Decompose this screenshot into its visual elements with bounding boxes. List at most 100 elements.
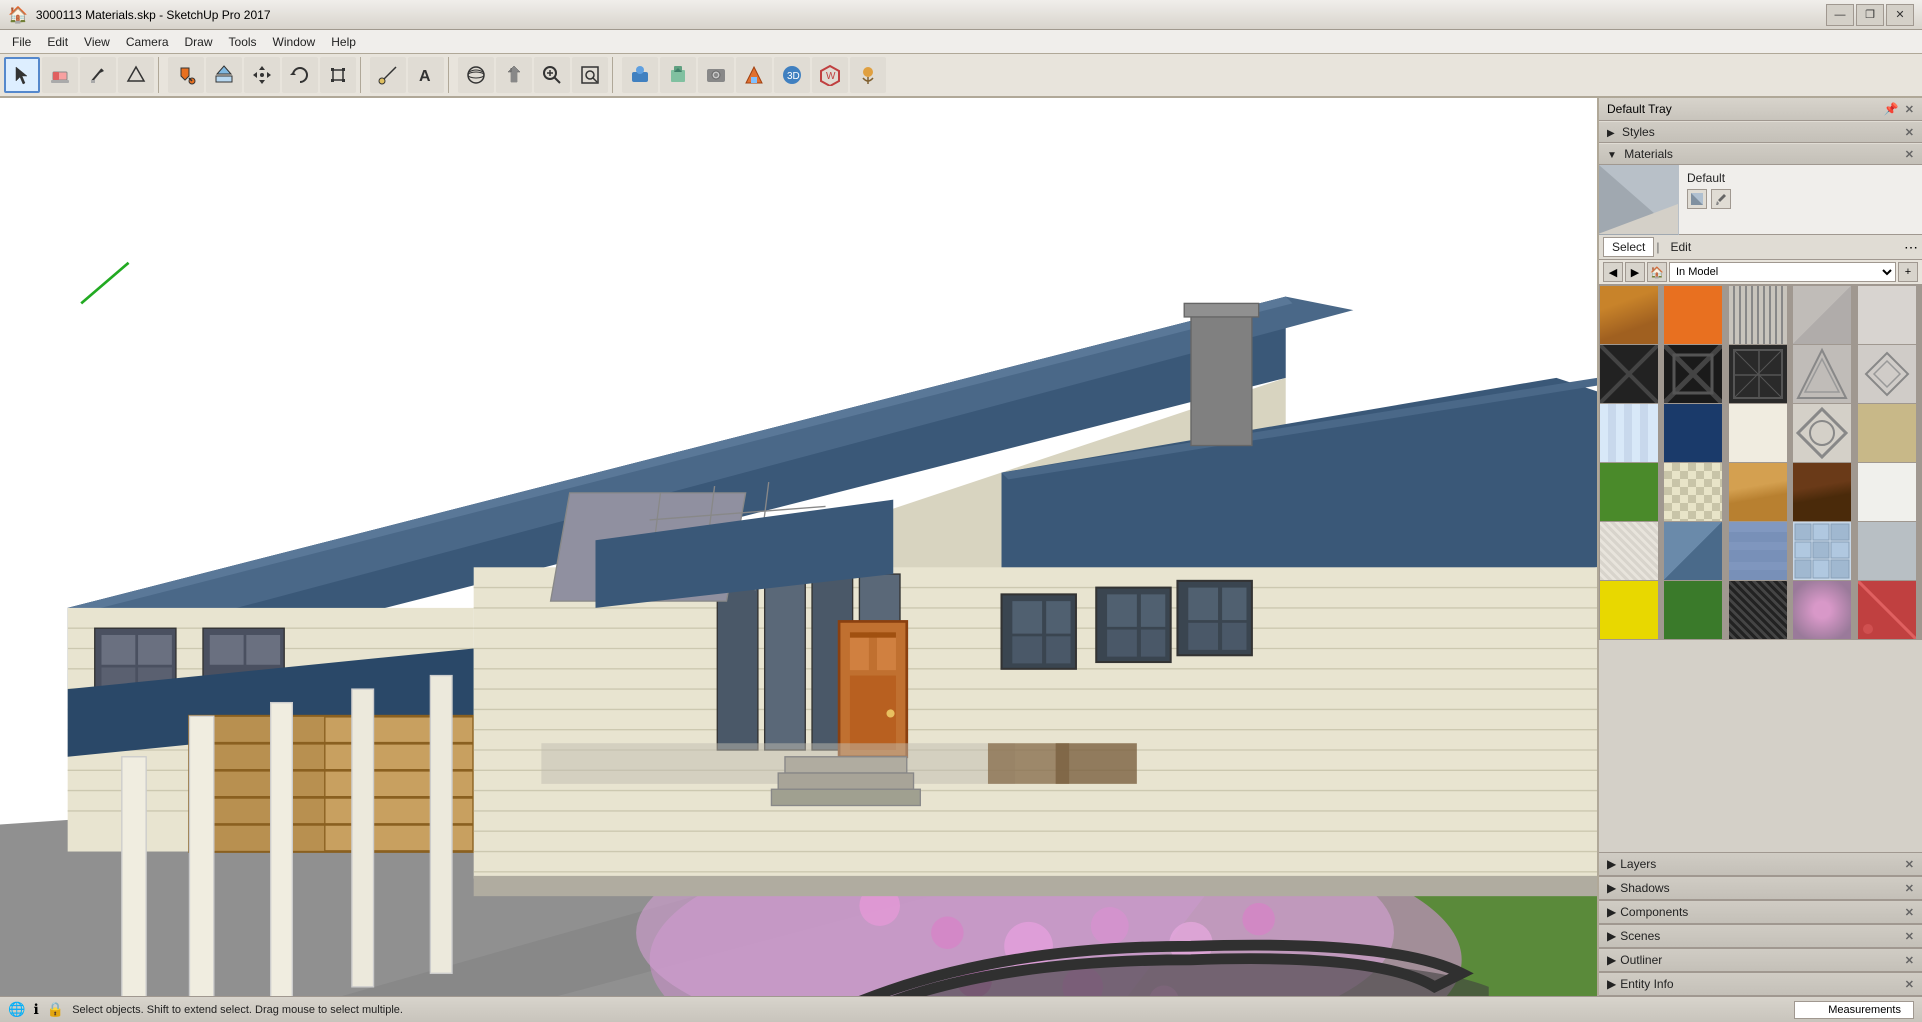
styles-close-icon[interactable]: ✕ (1905, 126, 1914, 139)
maximize-button[interactable]: ❐ (1856, 4, 1884, 26)
material-cell[interactable] (1664, 345, 1722, 403)
minimize-button[interactable]: — (1826, 4, 1854, 26)
menu-window[interactable]: Window (265, 33, 324, 51)
shadows-close-icon[interactable]: ✕ (1905, 882, 1914, 895)
outliner-arrow-icon: ▶ (1607, 953, 1616, 967)
menu-draw[interactable]: Draw (177, 33, 221, 51)
pushpull-tool[interactable] (206, 57, 242, 93)
layers-close-icon[interactable]: ✕ (1905, 858, 1914, 871)
outliner-section-header[interactable]: ▶ Outliner ✕ (1599, 948, 1922, 972)
shadows-section-header[interactable]: ▶ Shadows ✕ (1599, 876, 1922, 900)
material-cell[interactable] (1793, 522, 1851, 580)
select-tool[interactable] (4, 57, 40, 93)
material-cell[interactable] (1600, 522, 1658, 580)
eraser-tool[interactable] (42, 57, 78, 93)
components-close-icon[interactable]: ✕ (1905, 906, 1914, 919)
paint-tool[interactable] (168, 57, 204, 93)
material-cell[interactable] (1793, 404, 1851, 462)
menu-view[interactable]: View (76, 33, 118, 51)
scenes-close-icon[interactable]: ✕ (1905, 930, 1914, 943)
viewport[interactable] (0, 98, 1597, 996)
material-cell[interactable] (1793, 463, 1851, 521)
close-button[interactable]: ✕ (1886, 4, 1914, 26)
material-cell[interactable] (1793, 581, 1851, 639)
material-cell[interactable] (1729, 345, 1787, 403)
tray-pin-icon[interactable]: 📌 (1884, 102, 1899, 116)
mat-new-button[interactable]: + (1898, 262, 1918, 282)
entity-info-close-icon[interactable]: ✕ (1905, 978, 1914, 991)
tray-close-icon[interactable]: ✕ (1905, 103, 1914, 116)
outliner-close-icon[interactable]: ✕ (1905, 954, 1914, 967)
mat-forward-button[interactable]: ▶ (1625, 262, 1645, 282)
scenes-arrow-icon: ▶ (1607, 929, 1616, 943)
material-cell[interactable] (1600, 463, 1658, 521)
layers-section-header[interactable]: ▶ Layers ✕ (1599, 852, 1922, 876)
layers-label: Layers (1620, 857, 1656, 871)
components-section-header[interactable]: ▶ Components ✕ (1599, 900, 1922, 924)
tab-edit[interactable]: Edit (1661, 237, 1700, 257)
styles-section-header[interactable]: ▶ Styles ✕ (1599, 121, 1922, 143)
menu-file[interactable]: File (4, 33, 39, 51)
scale-tool[interactable] (320, 57, 356, 93)
material-dropper-button[interactable] (1711, 189, 1731, 209)
materials-dropdown[interactable]: In Model Colors Brick and Cladding Groun… (1669, 262, 1896, 282)
material-cell[interactable] (1858, 404, 1916, 462)
material-cell[interactable] (1664, 522, 1722, 580)
move-tool[interactable] (244, 57, 280, 93)
entity-info-section-header[interactable]: ▶ Entity Info ✕ (1599, 972, 1922, 996)
material-cell[interactable] (1664, 463, 1722, 521)
material-cell[interactable] (1729, 404, 1787, 462)
material-cell[interactable] (1858, 522, 1916, 580)
materials-close-icon[interactable]: ✕ (1905, 148, 1914, 161)
material-cell[interactable] (1664, 286, 1722, 344)
ext3-tool[interactable] (698, 57, 734, 93)
menu-camera[interactable]: Camera (118, 33, 177, 51)
measurements-box[interactable]: Measurements (1794, 1001, 1914, 1019)
material-cell[interactable] (1729, 463, 1787, 521)
tab-select[interactable]: Select (1603, 237, 1654, 257)
material-cell[interactable] (1793, 286, 1851, 344)
material-cell[interactable] (1600, 345, 1658, 403)
shapes-tool[interactable] (118, 57, 154, 93)
material-cell[interactable] (1600, 286, 1658, 344)
material-cell[interactable] (1858, 581, 1916, 639)
zoom-extent-tool[interactable] (572, 57, 608, 93)
tape-tool[interactable] (370, 57, 406, 93)
main-area: Default Tray 📌 ✕ ▶ Styles ✕ ▼ Materials … (0, 98, 1922, 996)
ext5-tool[interactable]: 3D (774, 57, 810, 93)
ext2-tool[interactable] (660, 57, 696, 93)
material-cell[interactable] (1600, 404, 1658, 462)
menu-tools[interactable]: Tools (221, 33, 265, 51)
mat-options-icon[interactable]: ⋯ (1904, 239, 1918, 256)
material-sample-button[interactable] (1687, 189, 1707, 209)
entity-info-label: Entity Info (1620, 977, 1673, 991)
material-cell[interactable] (1729, 522, 1787, 580)
pan-tool[interactable] (496, 57, 532, 93)
mat-home-button[interactable]: 🏠 (1647, 262, 1667, 282)
material-cell[interactable] (1793, 345, 1851, 403)
shadows-label: Shadows (1620, 881, 1669, 895)
menu-edit[interactable]: Edit (39, 33, 76, 51)
material-cell[interactable] (1858, 463, 1916, 521)
pencil-tool[interactable] (80, 57, 116, 93)
ext6-tool[interactable]: W (812, 57, 848, 93)
text-tool[interactable]: A (408, 57, 444, 93)
zoom-tool[interactable] (534, 57, 570, 93)
material-cell[interactable] (1858, 286, 1916, 344)
scenes-section-header[interactable]: ▶ Scenes ✕ (1599, 924, 1922, 948)
orbit-tool[interactable] (458, 57, 494, 93)
right-panel: Default Tray 📌 ✕ ▶ Styles ✕ ▼ Materials … (1597, 98, 1922, 996)
ext4-tool[interactable] (736, 57, 772, 93)
mat-back-button[interactable]: ◀ (1603, 262, 1623, 282)
material-cell[interactable] (1729, 286, 1787, 344)
material-cell[interactable] (1600, 581, 1658, 639)
material-cell[interactable] (1664, 404, 1722, 462)
rotate-tool[interactable] (282, 57, 318, 93)
ext1-tool[interactable] (622, 57, 658, 93)
materials-section-header[interactable]: ▼ Materials ✕ (1599, 143, 1922, 165)
menu-help[interactable]: Help (323, 33, 364, 51)
material-cell[interactable] (1858, 345, 1916, 403)
material-cell[interactable] (1664, 581, 1722, 639)
ext7-tool[interactable] (850, 57, 886, 93)
material-cell[interactable] (1729, 581, 1787, 639)
